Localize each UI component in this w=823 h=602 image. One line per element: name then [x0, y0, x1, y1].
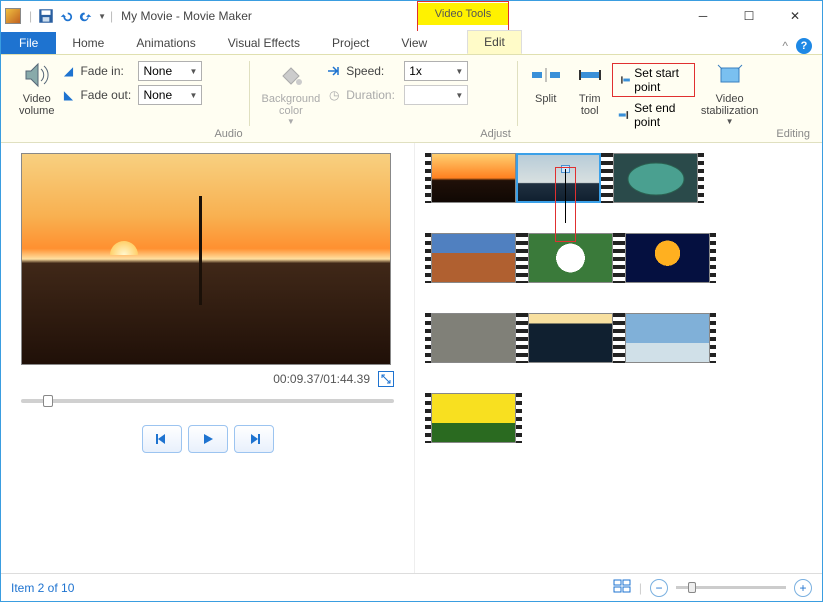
tab-project[interactable]: Project	[316, 32, 385, 54]
time-display: 00:09.37/01:44.39	[273, 372, 370, 386]
speed-icon	[326, 63, 342, 79]
timeline-row	[425, 313, 812, 363]
fullscreen-button[interactable]	[378, 371, 394, 387]
playhead-line	[565, 169, 566, 223]
fade-out-label: Fade out:	[80, 88, 134, 102]
speaker-icon	[21, 59, 53, 91]
qat-redo-button[interactable]	[77, 7, 95, 25]
trim-tool-button[interactable]: Trim tool	[568, 57, 612, 119]
maximize-button[interactable]: ☐	[726, 2, 772, 30]
timeline-row	[425, 393, 812, 443]
tab-file[interactable]: File	[1, 32, 56, 54]
clip-thumbnail[interactable]	[528, 233, 613, 283]
qat-undo-button[interactable]	[57, 7, 75, 25]
zoom-in-button[interactable]: +	[794, 579, 812, 597]
set-start-point-button[interactable]: Set start point	[612, 63, 695, 97]
set-start-icon	[619, 72, 631, 88]
fade-out-combo[interactable]: None▼	[138, 85, 202, 105]
qat-save-button[interactable]	[37, 7, 55, 25]
group-label-audio: Audio	[214, 128, 242, 142]
set-end-icon	[618, 107, 630, 123]
video-volume-button[interactable]: Video volume	[13, 57, 60, 119]
clip-thumbnail-selected[interactable]	[516, 153, 601, 203]
clip-thumbnail[interactable]	[528, 313, 613, 363]
speed-combo[interactable]: 1x▼	[404, 61, 468, 81]
tab-view[interactable]: View	[385, 32, 443, 54]
help-button[interactable]: ?	[796, 38, 812, 54]
clip-thumbnail[interactable]	[431, 233, 516, 283]
timeline-row	[425, 153, 812, 203]
clip-thumbnail[interactable]	[625, 233, 710, 283]
next-frame-button[interactable]	[234, 425, 274, 453]
collapse-ribbon-button[interactable]: ^	[782, 39, 788, 53]
status-bar: Item 2 of 10 | − +	[1, 573, 822, 601]
duration-icon: ◷	[326, 87, 342, 103]
clip-thumbnail[interactable]	[431, 313, 516, 363]
seek-slider[interactable]	[21, 399, 394, 403]
set-end-point-button[interactable]: Set end point	[612, 99, 695, 131]
split-button[interactable]: Split	[524, 57, 568, 107]
app-icon	[5, 8, 21, 24]
main-area: 00:09.37/01:44.39	[1, 143, 822, 573]
tab-animations[interactable]: Animations	[120, 32, 211, 54]
split-icon	[530, 59, 562, 91]
clip-thumbnail[interactable]	[431, 393, 516, 443]
paint-bucket-icon	[275, 59, 307, 91]
ribbon-tabs: File Home Animations Visual Effects Proj…	[1, 31, 822, 55]
duration-label: Duration:	[346, 88, 400, 102]
prev-frame-button[interactable]	[142, 425, 182, 453]
tab-home[interactable]: Home	[56, 32, 120, 54]
fade-in-icon: ◢	[60, 63, 76, 79]
duration-combo: ▼	[404, 85, 468, 105]
fade-out-icon: ◣	[60, 87, 76, 103]
tab-edit[interactable]: Edit	[467, 30, 522, 54]
tab-visual-effects[interactable]: Visual Effects	[212, 32, 316, 54]
play-button[interactable]	[188, 425, 228, 453]
timeline-row	[425, 233, 812, 283]
trim-icon	[574, 59, 606, 91]
minimize-button[interactable]: ─	[680, 2, 726, 30]
clip-thumbnail[interactable]	[613, 153, 698, 203]
video-stabilization-button[interactable]: Video stabilization ▼	[695, 57, 764, 128]
group-label-editing: Editing	[776, 128, 810, 142]
ribbon: Video volume ◢ Fade in: None▼ ◣ Fade out…	[1, 55, 822, 143]
window-title: My Movie - Movie Maker	[121, 9, 252, 23]
thumbnail-view-button[interactable]	[613, 579, 631, 596]
clip-thumbnail[interactable]	[431, 153, 516, 203]
clip-thumbnail[interactable]	[625, 313, 710, 363]
status-item-count: Item 2 of 10	[11, 581, 74, 595]
speed-label: Speed:	[346, 64, 400, 78]
fade-in-combo[interactable]: None▼	[138, 61, 202, 81]
timeline-pane[interactable]	[415, 143, 822, 573]
contextual-tab-header: Video Tools	[418, 3, 508, 25]
fade-in-label: Fade in:	[80, 64, 134, 78]
stabilization-icon	[714, 59, 746, 91]
close-button[interactable]: ✕	[772, 2, 818, 30]
group-label-adjust: Adjust	[480, 128, 511, 142]
background-color-button[interactable]: Background color ▼	[256, 57, 327, 128]
zoom-out-button[interactable]: −	[650, 579, 668, 597]
title-bar: | ▼ | My Movie - Movie Maker ─ ☐ ✕	[1, 1, 822, 31]
preview-pane: 00:09.37/01:44.39	[1, 143, 415, 573]
preview-player[interactable]	[21, 153, 391, 365]
zoom-slider[interactable]	[676, 586, 786, 589]
